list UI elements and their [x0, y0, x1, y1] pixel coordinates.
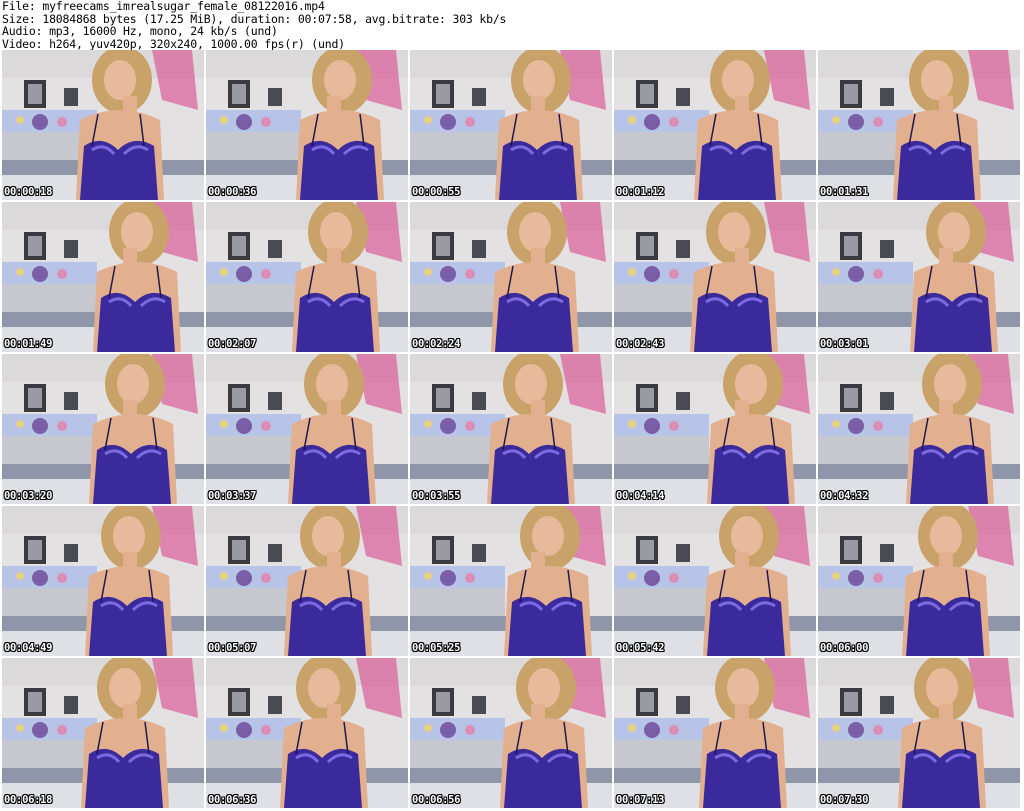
thumbnail-frame-image: [410, 658, 612, 808]
video-thumbnail: 00:02:07: [206, 202, 408, 352]
thumbnail-frame-image: [410, 50, 612, 200]
thumbnail-frame-image: [206, 50, 408, 200]
video-thumbnail: 00:05:42: [614, 506, 816, 656]
thumbnail-timestamp: 00:00:36: [208, 186, 257, 198]
thumbnail-timestamp: 00:00:18: [4, 186, 53, 198]
thumbnail-frame-image: [614, 354, 816, 504]
video-thumbnail: 00:04:32: [818, 354, 1020, 504]
thumbnail-frame-image: [206, 658, 408, 808]
file-name-line: File: myfreecams_imrealsugar_female_0812…: [2, 0, 325, 13]
video-thumbnail: 00:05:25: [410, 506, 612, 656]
thumbnail-timestamp: 00:03:20: [4, 490, 53, 502]
thumbnail-frame-image: [2, 354, 204, 504]
video-thumbnail: 00:05:07: [206, 506, 408, 656]
thumbnail-frame-image: [614, 50, 816, 200]
video-thumbnail: 00:01:31: [818, 50, 1020, 200]
thumbnail-frame-image: [818, 202, 1020, 352]
video-thumbnail: 00:00:18: [2, 50, 204, 200]
thumbnail-timestamp: 00:04:32: [820, 490, 869, 502]
video-thumbnail: 00:00:55: [410, 50, 612, 200]
thumbnail-timestamp: 00:02:43: [616, 338, 665, 350]
thumbnail-timestamp: 00:01:12: [616, 186, 665, 198]
video-thumbnail: 00:06:56: [410, 658, 612, 808]
thumbnail-frame-image: [2, 202, 204, 352]
thumbnail-timestamp: 00:03:01: [820, 338, 869, 350]
thumbnail-frame-image: [818, 354, 1020, 504]
thumbnail-frame-image: [614, 658, 816, 808]
thumbnail-timestamp: 00:06:36: [208, 794, 257, 806]
thumbnail-timestamp: 00:04:14: [616, 490, 665, 502]
thumbnail-timestamp: 00:01:31: [820, 186, 869, 198]
thumbnail-frame-image: [410, 354, 612, 504]
thumbnail-timestamp: 00:06:00: [820, 642, 869, 654]
thumbnail-timestamp: 00:04:49: [4, 642, 53, 654]
thumbnail-timestamp: 00:05:42: [616, 642, 665, 654]
video-thumbnail: 00:03:01: [818, 202, 1020, 352]
thumbnail-timestamp: 00:01:49: [4, 338, 53, 350]
thumbnail-timestamp: 00:06:18: [4, 794, 53, 806]
video-thumbnail: 00:04:49: [2, 506, 204, 656]
thumbnail-timestamp: 00:03:37: [208, 490, 257, 502]
thumbnail-grid: 00:00:18 00:00:36 00:00:55 00:01:12 00:0…: [2, 50, 1024, 810]
thumbnail-timestamp: 00:07:13: [616, 794, 665, 806]
video-thumbnail: 00:03:20: [2, 354, 204, 504]
thumbnail-timestamp: 00:02:07: [208, 338, 257, 350]
thumbnail-frame-image: [2, 658, 204, 808]
thumbnail-frame-image: [206, 506, 408, 656]
thumbnail-timestamp: 00:05:07: [208, 642, 257, 654]
video-thumbnail: 00:07:13: [614, 658, 816, 808]
video-thumbnail: 00:01:49: [2, 202, 204, 352]
video-thumbnail: 00:04:14: [614, 354, 816, 504]
thumbnail-frame-image: [614, 506, 816, 656]
thumbnail-frame-image: [206, 354, 408, 504]
thumbnail-timestamp: 00:03:55: [412, 490, 461, 502]
thumbnail-frame-image: [818, 50, 1020, 200]
video-thumbnail: 00:06:18: [2, 658, 204, 808]
video-thumbnail: 00:03:55: [410, 354, 612, 504]
thumbnail-frame-image: [818, 506, 1020, 656]
video-thumbnail: 00:06:00: [818, 506, 1020, 656]
thumbnail-frame-image: [2, 50, 204, 200]
thumbnail-timestamp: 00:00:55: [412, 186, 461, 198]
video-thumbnail: 00:00:36: [206, 50, 408, 200]
thumbnail-frame-image: [818, 658, 1020, 808]
thumbnail-timestamp: 00:07:30: [820, 794, 869, 806]
thumbnail-timestamp: 00:06:56: [412, 794, 461, 806]
video-info-line: Video: h264, yuv420p, 320x240, 1000.00 f…: [2, 36, 345, 51]
video-thumbnail: 00:02:24: [410, 202, 612, 352]
thumbnail-frame-image: [206, 202, 408, 352]
video-thumbnail: 00:07:30: [818, 658, 1020, 808]
video-thumbnail: 00:02:43: [614, 202, 816, 352]
thumbnail-frame-image: [614, 202, 816, 352]
thumbnail-frame-image: [410, 202, 612, 352]
audio-info-line: Audio: mp3, 16000 Hz, mono, 24 kb/s (und…: [2, 24, 278, 38]
thumbnail-frame-image: [410, 506, 612, 656]
thumbnail-frame-image: [2, 506, 204, 656]
video-thumbnail: 00:03:37: [206, 354, 408, 504]
file-info-header: File: myfreecams_imrealsugar_female_0812…: [2, 0, 1022, 50]
video-thumbnail: 00:01:12: [614, 50, 816, 200]
thumbnail-timestamp: 00:02:24: [412, 338, 461, 350]
thumbnail-timestamp: 00:05:25: [412, 642, 461, 654]
video-thumbnail: 00:06:36: [206, 658, 408, 808]
